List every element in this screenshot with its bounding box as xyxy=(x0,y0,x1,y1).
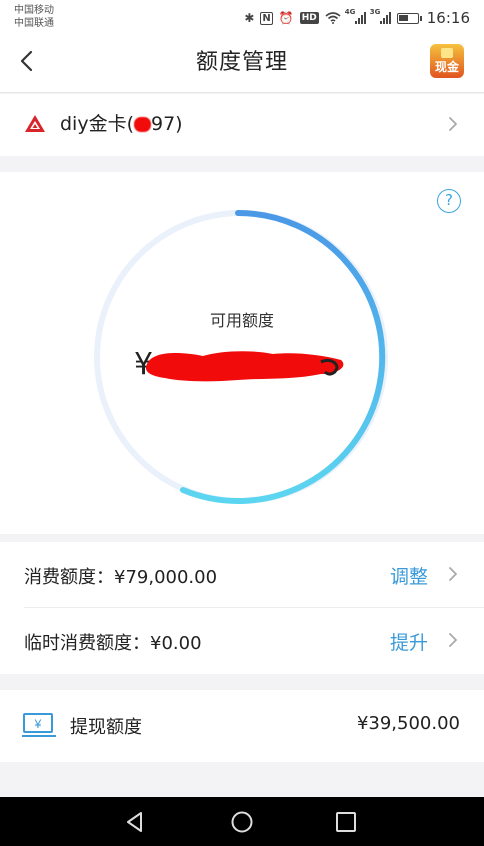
row-divider xyxy=(24,607,484,608)
chevron-right-icon xyxy=(449,567,457,581)
available-credit-label: 可用额度 xyxy=(209,311,274,330)
adjust-limit-button[interactable]: 调整 xyxy=(390,562,428,589)
card-name-prefix: diy金卡( xyxy=(60,113,134,135)
status-icons: ✱ N ⏰ HD 4G 3G 16:16 xyxy=(244,8,470,28)
temporary-limit-text: 临时消费额度：¥0.00 xyxy=(24,629,202,655)
raise-limit-button[interactable]: 提升 xyxy=(390,628,428,655)
available-credit-redaction xyxy=(145,351,344,382)
temporary-limit-value: ¥0.00 xyxy=(150,633,202,654)
wifi-icon xyxy=(325,12,341,24)
signal-3g-icon: 3G xyxy=(370,8,391,24)
carrier-1: 中国移动 xyxy=(14,5,54,16)
chevron-right-icon xyxy=(449,117,457,131)
status-time: 16:16 xyxy=(426,9,470,27)
carrier-2: 中国联通 xyxy=(14,18,54,29)
cash-withdraw-icon: ¥ xyxy=(22,713,56,737)
withdraw-limit-amount: ¥39,500.00 xyxy=(356,713,460,734)
bluetooth-icon: ✱ xyxy=(244,11,255,25)
nfc-icon: N xyxy=(260,11,273,25)
consumption-limit-text: 消费额度：¥79,000.00 xyxy=(24,563,217,589)
nav-home-icon[interactable] xyxy=(228,808,256,836)
chevron-right-icon xyxy=(449,633,457,647)
cash-withdraw-icon-glyph: ¥ xyxy=(34,717,42,731)
carrier-info: 中国移动 中国联通 xyxy=(14,4,54,30)
hd-icon: HD xyxy=(299,12,319,24)
cash-badge-button[interactable]: 现金 xyxy=(430,44,464,78)
consumption-limit-value: ¥79,000.00 xyxy=(114,567,218,588)
temporary-limit-label: 临时消费额度： xyxy=(24,633,150,654)
consumption-limit-label: 消费额度： xyxy=(24,567,114,588)
nav-back-icon[interactable] xyxy=(121,808,149,836)
battery-icon xyxy=(396,12,422,24)
alarm-icon: ⏰ xyxy=(278,11,294,25)
withdraw-limit-label: 提现额度 xyxy=(70,717,142,738)
page-title: 额度管理 xyxy=(195,50,288,75)
bank-logo-icon xyxy=(25,115,45,132)
card-name: diy金卡( 97) xyxy=(60,113,183,135)
card-name-suffix: 97) xyxy=(151,113,183,135)
nav-recents-icon[interactable] xyxy=(332,808,360,836)
help-icon[interactable]: ? xyxy=(437,189,461,213)
signal-4g-icon: 4G xyxy=(345,8,366,24)
card-number-redaction xyxy=(134,117,151,132)
